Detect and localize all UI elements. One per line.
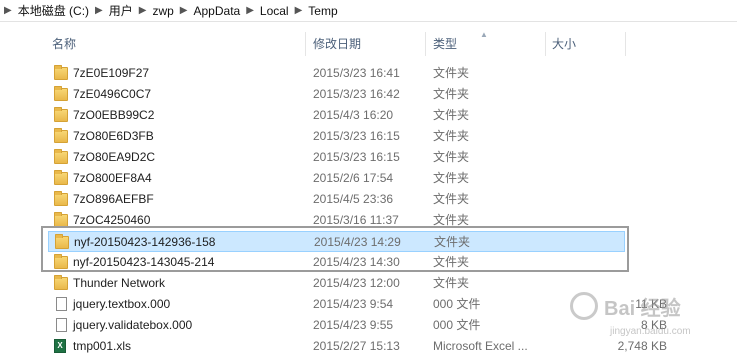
file-name: 7zO80E6D3FB bbox=[73, 129, 154, 143]
file-type: Microsoft Excel ... bbox=[433, 339, 528, 353]
breadcrumb-temp[interactable]: Temp bbox=[308, 4, 337, 18]
file-type: 文件夹 bbox=[433, 150, 470, 164]
file-date: 2015/4/23 9:55 bbox=[313, 318, 394, 332]
file-date: 2015/3/23 16:15 bbox=[313, 129, 400, 143]
file-row[interactable]: Thunder Network 2015/4/23 12:00 文件夹 bbox=[48, 273, 625, 294]
file-name: tmp001.xls bbox=[73, 339, 132, 353]
highlight-annotation bbox=[41, 226, 629, 272]
folder-icon bbox=[54, 86, 68, 101]
breadcrumb-appdata[interactable]: AppData bbox=[194, 4, 241, 18]
column-divider[interactable] bbox=[625, 32, 626, 56]
file-date: 2015/4/5 23:36 bbox=[313, 192, 394, 206]
breadcrumb-local[interactable]: Local bbox=[260, 4, 289, 18]
file-date: 2015/2/6 17:54 bbox=[313, 171, 394, 185]
file-date: 2015/4/23 12:00 bbox=[313, 276, 400, 290]
chevron-right-icon[interactable]: ▶ bbox=[133, 5, 153, 16]
file-date: 2015/4/23 9:54 bbox=[313, 297, 394, 311]
file-name: Thunder Network bbox=[73, 276, 166, 290]
chevron-right-icon[interactable]: ▶ bbox=[240, 5, 260, 16]
column-divider[interactable] bbox=[305, 32, 306, 56]
file-icon bbox=[56, 318, 67, 332]
chevron-right-icon[interactable]: ▶ bbox=[4, 5, 18, 16]
column-header-size[interactable]: 大小 bbox=[552, 32, 576, 56]
file-row[interactable]: 7zE0496C0C7 2015/3/23 16:42 文件夹 bbox=[48, 84, 625, 105]
chevron-right-icon[interactable]: ▶ bbox=[89, 5, 109, 16]
file-name: 7zO80EA9D2C bbox=[73, 150, 156, 164]
file-row[interactable]: 7zE0E109F27 2015/3/23 16:41 文件夹 bbox=[48, 63, 625, 84]
file-row[interactable]: 7zO80EA9D2C 2015/3/23 16:15 文件夹 bbox=[48, 147, 625, 168]
breadcrumb-user[interactable]: zwp bbox=[152, 4, 173, 18]
file-size: 2,748 KB bbox=[617, 339, 667, 353]
file-row[interactable]: 7zO0EBB99C2 2015/4/3 16:20 文件夹 bbox=[48, 105, 625, 126]
file-icon bbox=[56, 297, 67, 311]
sort-up-icon: ▲ bbox=[480, 30, 488, 39]
file-row[interactable]: 7zO896AEFBF 2015/4/5 23:36 文件夹 bbox=[48, 189, 625, 210]
file-date: 2015/4/3 16:20 bbox=[313, 108, 394, 122]
file-name: jquery.validatebox.000 bbox=[73, 318, 193, 332]
file-row[interactable]: Xtmp001.xls 2015/2/27 15:13 Microsoft Exce… bbox=[48, 336, 667, 355]
file-type: 文件夹 bbox=[433, 66, 470, 80]
file-type: 000 文件 bbox=[433, 318, 481, 332]
file-name: 7zE0E109F27 bbox=[73, 66, 150, 80]
column-divider[interactable] bbox=[425, 32, 426, 56]
column-header-date[interactable]: 修改日期 bbox=[313, 32, 361, 56]
breadcrumb-drive[interactable]: 本地磁盘 (C:) bbox=[18, 2, 89, 19]
file-row[interactable]: jquery.validatebox.000 2015/4/23 9:55 000 … bbox=[48, 315, 667, 336]
file-name: 7zO800EF8A4 bbox=[73, 171, 152, 185]
breadcrumb-users[interactable]: 用户 bbox=[109, 2, 133, 19]
folder-icon bbox=[54, 149, 68, 164]
file-date: 2015/3/23 16:42 bbox=[313, 87, 400, 101]
file-type: 文件夹 bbox=[433, 192, 470, 206]
chevron-right-icon[interactable]: ▶ bbox=[174, 5, 194, 16]
file-date: 2015/3/23 16:41 bbox=[313, 66, 400, 80]
paw-logo-icon bbox=[570, 292, 598, 320]
address-bar[interactable]: ▶ 本地磁盘 (C:) ▶ 用户 ▶ zwp ▶ AppData ▶ Local… bbox=[0, 0, 737, 22]
folder-icon bbox=[54, 275, 68, 290]
watermark: Bai 经验 bbox=[570, 288, 730, 324]
file-date: 2015/2/27 15:13 bbox=[313, 339, 400, 353]
xls-icon: X bbox=[54, 339, 66, 353]
folder-icon bbox=[54, 170, 68, 185]
file-row[interactable]: 7zO800EF8A4 2015/2/6 17:54 文件夹 bbox=[48, 168, 625, 189]
file-type: 文件夹 bbox=[433, 108, 470, 122]
file-type: 文件夹 bbox=[433, 129, 470, 143]
column-divider[interactable] bbox=[545, 32, 546, 56]
column-header-name[interactable]: 名称 bbox=[52, 32, 76, 56]
file-name: 7zE0496C0C7 bbox=[73, 87, 152, 101]
file-row[interactable]: jquery.textbox.000 2015/4/23 9:54 000 文件 11… bbox=[48, 294, 667, 315]
folder-icon bbox=[54, 65, 68, 80]
folder-icon bbox=[54, 107, 68, 122]
file-name: 7zO896AEFBF bbox=[73, 192, 154, 206]
watermark-text: Bai 经验 bbox=[604, 297, 681, 320]
file-type: 文件夹 bbox=[433, 276, 470, 290]
file-name: 7zO0EBB99C2 bbox=[73, 108, 155, 122]
file-type: 文件夹 bbox=[433, 87, 470, 101]
file-name: jquery.textbox.000 bbox=[73, 297, 171, 311]
file-type: 000 文件 bbox=[433, 297, 481, 311]
file-type: 文件夹 bbox=[433, 171, 470, 185]
folder-icon bbox=[54, 191, 68, 206]
folder-icon bbox=[54, 128, 68, 143]
watermark-url: jingyan.baidu.com bbox=[610, 326, 691, 337]
column-header-type[interactable]: 类型 bbox=[433, 32, 457, 56]
file-row[interactable]: 7zO80E6D3FB 2015/3/23 16:15 文件夹 bbox=[48, 126, 625, 147]
file-date: 2015/3/23 16:15 bbox=[313, 150, 400, 164]
chevron-right-icon[interactable]: ▶ bbox=[289, 5, 309, 16]
